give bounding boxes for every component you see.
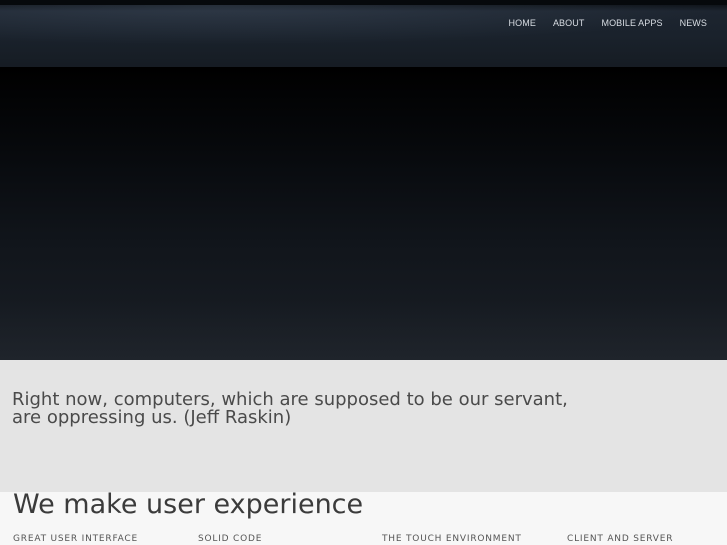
main-nav: HOME ABOUT MOBILE APPS NEWS [500, 18, 707, 28]
quote-line-2: are oppressing us. (Jeff Raskin) [12, 407, 292, 428]
main-content: We make user experience GREAT USER INTER… [0, 489, 727, 545]
quote-text: Right now, computers, which are supposed… [12, 391, 572, 427]
nav-mobile-apps-link[interactable]: MOBILE APPS [593, 18, 671, 28]
nav-news-link[interactable]: NEWS [671, 18, 707, 28]
nav-home-link[interactable]: HOME [500, 18, 544, 28]
page-headline: We make user experience [13, 489, 364, 520]
quote-section: Right now, computers, which are supposed… [0, 360, 727, 492]
feature-touch-environment: THE TOUCH ENVIRONMENT [382, 534, 522, 544]
feature-client-and-server: CLIENT AND SERVER [567, 534, 674, 544]
feature-great-user-interface: GREAT USER INTERFACE [13, 534, 138, 544]
top-navigation-bar: HOME ABOUT MOBILE APPS NEWS [0, 0, 727, 67]
hero-banner [0, 67, 727, 360]
nav-about-link[interactable]: ABOUT [544, 18, 593, 28]
feature-solid-code: SOLID CODE [198, 534, 263, 544]
